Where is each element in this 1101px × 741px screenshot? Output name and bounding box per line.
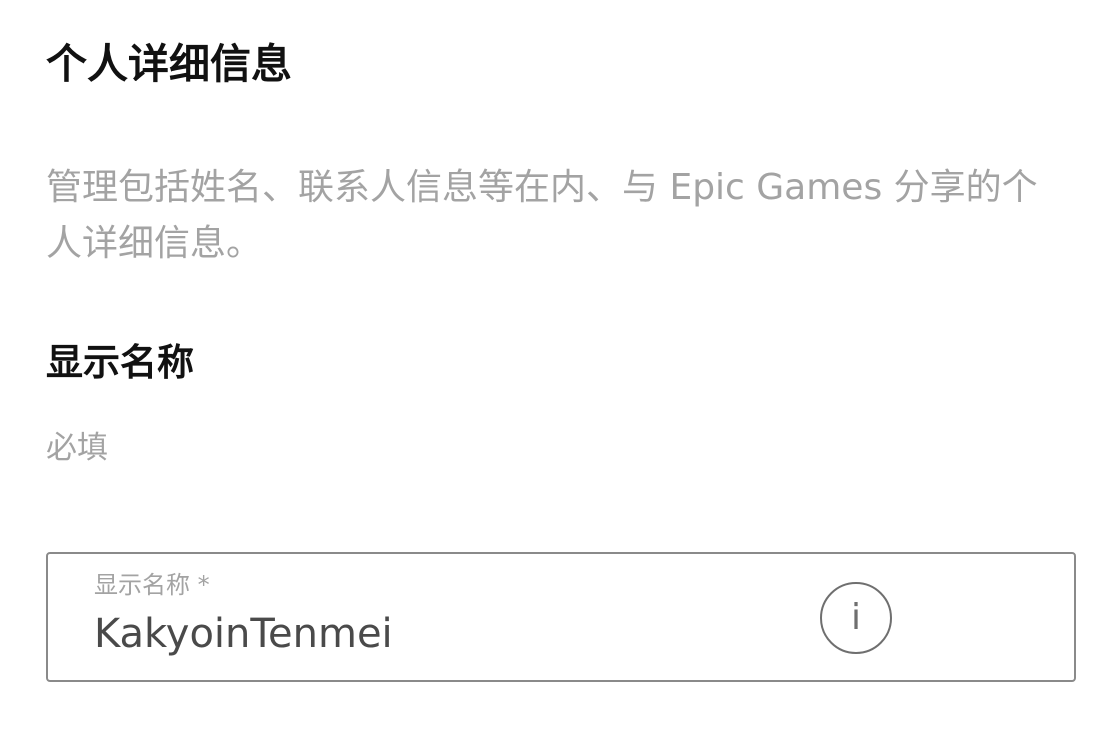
required-note: 必填 <box>46 430 108 466</box>
info-icon-glyph: i <box>850 597 861 638</box>
section-description: 管理包括姓名、联系人信息等在内、与 Epic Games 分享的个人详细信息。 <box>46 167 1038 264</box>
info-icon[interactable]: i <box>820 582 892 654</box>
display-name-heading: 显示名称 <box>46 341 194 384</box>
display-name-input[interactable] <box>94 608 794 660</box>
display-name-field[interactable]: 显示名称 * i <box>46 552 1076 682</box>
display-name-input-label: 显示名称 * <box>94 571 210 599</box>
section-title: 个人详细信息 <box>46 40 292 88</box>
